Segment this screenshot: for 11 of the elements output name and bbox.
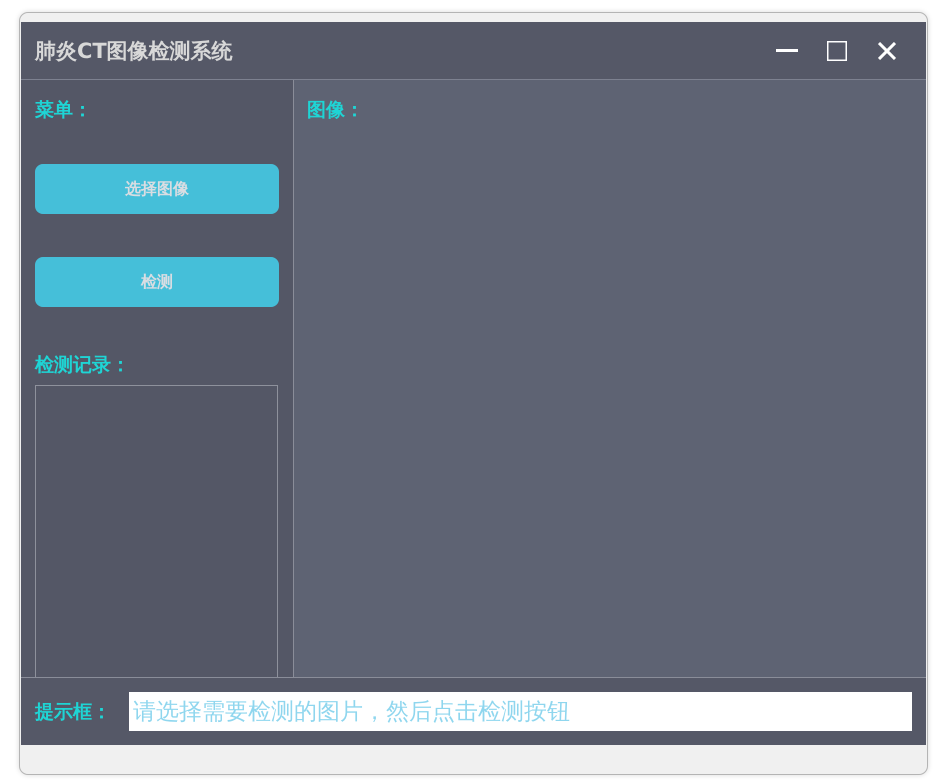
prompt-field[interactable]: 请选择需要检测的图片，然后点击检测按钮 xyxy=(129,692,912,731)
minimize-icon xyxy=(776,49,798,52)
menu-button[interactable]: 选择图像 xyxy=(35,164,279,214)
close-icon xyxy=(878,42,896,60)
maximize-icon xyxy=(827,40,847,60)
menu-button[interactable]: 检测 xyxy=(35,257,279,307)
menu-label: 菜单： xyxy=(35,98,93,122)
window-title: 肺炎CT图像检测系统 xyxy=(35,38,234,64)
history-label: 检测记录： xyxy=(35,353,131,377)
image-label: 图像： xyxy=(307,99,364,121)
prompt-label: 提示框： xyxy=(35,700,111,724)
